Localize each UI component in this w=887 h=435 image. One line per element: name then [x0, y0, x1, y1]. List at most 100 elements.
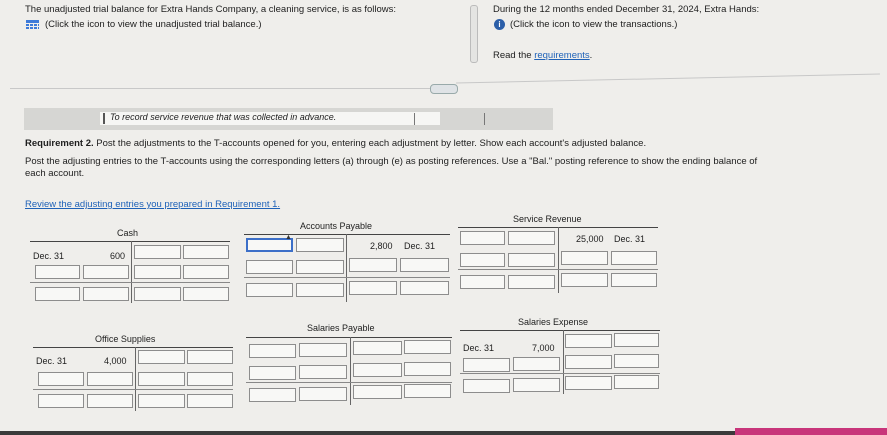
sr-debit-amount-1[interactable] — [508, 231, 555, 245]
sr-bal-ref-credit[interactable] — [561, 273, 608, 287]
os-credit-amount-2[interactable] — [187, 372, 233, 386]
t-account-center-line — [131, 241, 132, 303]
sr-credit-amount-2[interactable] — [611, 251, 657, 265]
sr-bal-ref-debit[interactable] — [460, 275, 505, 289]
t-account-title: Cash — [117, 228, 139, 238]
cash-credit-amount-2[interactable] — [183, 265, 229, 279]
text-cursor — [103, 113, 105, 124]
sp-credit-ref-1[interactable] — [353, 341, 402, 355]
t-account-bal-line — [33, 389, 233, 390]
banner-divider-2 — [484, 113, 485, 125]
cash-credit-amount-1[interactable] — [183, 245, 229, 259]
t-account-title: Salaries Expense — [518, 317, 589, 327]
sr-debit-ref-2[interactable] — [460, 253, 505, 267]
sp-bal-amount-debit[interactable] — [299, 387, 347, 401]
transactions-hint: (Click the icon to view the transactions… — [510, 19, 678, 30]
os-credit-amount-1[interactable] — [187, 350, 233, 364]
os-credit-ref-1[interactable] — [138, 350, 185, 364]
sr-bal-amount-credit[interactable] — [611, 273, 657, 287]
banner-text: To record service revenue that was colle… — [110, 112, 337, 122]
requirements-link[interactable]: requirements — [534, 50, 589, 61]
t-account-bal-line — [30, 282, 230, 283]
ap-bal-ref-credit[interactable] — [349, 281, 397, 295]
se-credit-ref-2[interactable] — [565, 355, 612, 369]
expand-handle[interactable] — [430, 84, 458, 94]
os-debit-amount: 4,000 — [104, 356, 127, 366]
ap-credit-amount-2[interactable] — [400, 258, 449, 272]
cash-debit-ref-2[interactable] — [35, 265, 80, 279]
os-bal-ref-credit[interactable] — [138, 394, 185, 408]
sp-credit-ref-2[interactable] — [353, 363, 402, 377]
os-debit-amount-2[interactable] — [87, 372, 133, 386]
sp-debit-ref-1[interactable] — [249, 344, 296, 358]
review-adjusting-entries-link[interactable]: Review the adjusting entries you prepare… — [25, 199, 280, 210]
cash-debit-amount-2[interactable] — [83, 265, 129, 279]
requirement-instructions-cont: each account. — [25, 168, 85, 179]
ap-bal-amount-debit[interactable] — [296, 283, 344, 297]
mouse-pointer-icon: ▲ — [285, 234, 292, 241]
trial-balance-intro: The unadjusted trial balance for Extra H… — [25, 4, 397, 15]
cash-debit-date: Dec. 31 — [33, 251, 65, 261]
sp-bal-amount-credit[interactable] — [404, 384, 451, 398]
t-account-bal-line — [458, 269, 658, 270]
trial-balance-hint: (Click the icon to view the unadjusted t… — [45, 19, 262, 30]
se-debit-date: Dec. 31 — [463, 343, 495, 353]
requirement-heading: Requirement 2. Post the adjustments to t… — [25, 138, 647, 149]
ap-credit-ref-2[interactable] — [349, 258, 397, 272]
sp-debit-ref-2[interactable] — [249, 366, 296, 380]
cash-bal-amount-debit[interactable] — [83, 287, 129, 301]
os-credit-ref-2[interactable] — [138, 372, 185, 386]
ap-bal-ref-debit[interactable] — [246, 283, 293, 297]
cash-credit-ref-2[interactable] — [134, 265, 181, 279]
sp-debit-amount-2[interactable] — [299, 365, 347, 379]
t-account-bal-line — [246, 382, 452, 383]
se-debit-amount-2[interactable] — [513, 357, 560, 371]
pane-splitter[interactable] — [470, 5, 478, 63]
sr-debit-amount-2[interactable] — [508, 253, 555, 267]
t-account-title: Office Supplies — [95, 334, 156, 344]
os-bal-amount-credit[interactable] — [187, 394, 233, 408]
ap-debit-amount-2[interactable] — [296, 260, 344, 274]
banner-divider-1 — [414, 113, 415, 125]
sp-credit-amount-2[interactable] — [404, 362, 451, 376]
sp-credit-amount-1[interactable] — [404, 340, 451, 354]
se-credit-ref-1[interactable] — [565, 334, 612, 348]
sr-bal-amount-debit[interactable] — [508, 275, 555, 289]
cash-bal-ref-credit[interactable] — [134, 287, 181, 301]
sp-bal-ref-debit[interactable] — [249, 388, 296, 402]
t-account-center-line — [350, 337, 351, 405]
cash-credit-ref-1[interactable] — [134, 245, 181, 259]
sp-debit-amount-1[interactable] — [299, 343, 347, 357]
t-account-top-line — [246, 337, 452, 338]
os-bal-amount-debit[interactable] — [87, 394, 133, 408]
t-account-top-line — [244, 234, 450, 235]
ap-bal-amount-credit[interactable] — [400, 281, 449, 295]
info-icon[interactable]: i — [494, 19, 505, 30]
ap-debit-amount-1[interactable] — [296, 238, 344, 252]
t-account-title: Salaries Payable — [307, 323, 375, 333]
se-credit-amount-1[interactable] — [614, 333, 659, 347]
se-bal-amount-debit[interactable] — [513, 378, 560, 392]
ap-credit-date: Dec. 31 — [404, 241, 436, 251]
cash-bal-ref-debit[interactable] — [35, 287, 80, 301]
sr-debit-ref-1[interactable] — [460, 231, 505, 245]
ap-debit-ref-2[interactable] — [246, 260, 293, 274]
se-bal-amount-credit[interactable] — [614, 375, 659, 389]
se-bal-ref-debit[interactable] — [463, 379, 510, 393]
requirement-instructions: Post the adjusting entries to the T-acco… — [25, 156, 758, 167]
t-account-center-line — [563, 330, 564, 394]
sp-bal-ref-credit[interactable] — [353, 385, 402, 399]
t-account-title: Service Revenue — [513, 214, 582, 224]
se-credit-amount-2[interactable] — [614, 354, 659, 368]
sr-credit-ref-2[interactable] — [561, 251, 608, 265]
se-bal-ref-credit[interactable] — [565, 376, 612, 390]
se-debit-ref-2[interactable] — [463, 358, 510, 372]
transactions-intro: During the 12 months ended December 31, … — [493, 4, 760, 15]
bottom-bar-accent — [735, 428, 887, 435]
t-account-title: Accounts Payable — [300, 221, 373, 231]
t-account-bal-line — [460, 373, 660, 374]
os-bal-ref-debit[interactable] — [38, 394, 84, 408]
os-debit-ref-2[interactable] — [38, 372, 84, 386]
cash-bal-amount-credit[interactable] — [183, 287, 229, 301]
table-grid-icon[interactable] — [26, 20, 39, 30]
